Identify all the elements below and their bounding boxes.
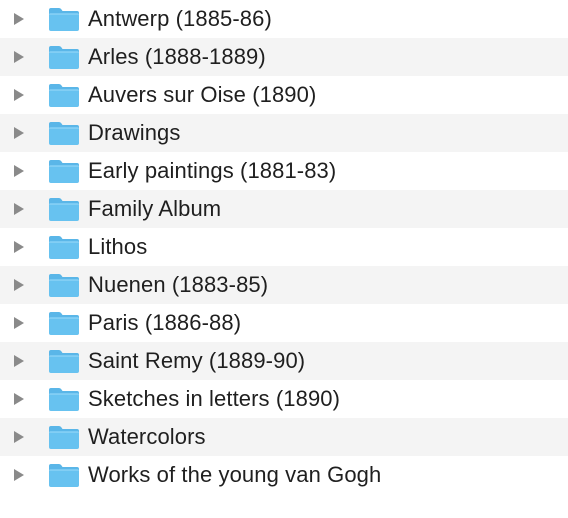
folder-row[interactable]: Auvers sur Oise (1890) <box>0 76 568 114</box>
folder-name: Paris (1886-88) <box>88 310 242 335</box>
folder-icon <box>48 386 80 412</box>
disclosure-triangle-icon[interactable] <box>12 164 26 178</box>
folder-row[interactable]: Drawings <box>0 114 568 152</box>
folder-name: Arles (1888-1889) <box>88 44 266 69</box>
folder-row[interactable]: Arles (1888-1889) <box>0 38 568 76</box>
folder-row[interactable]: Nuenen (1883-85) <box>0 266 568 304</box>
folder-row[interactable]: Family Album <box>0 190 568 228</box>
folder-icon <box>48 462 80 488</box>
folder-icon <box>48 348 80 374</box>
folder-name: Antwerp (1885-86) <box>88 6 272 31</box>
disclosure-triangle-icon[interactable] <box>12 354 26 368</box>
disclosure-triangle-icon[interactable] <box>12 12 26 26</box>
folder-row[interactable]: Watercolors <box>0 418 568 456</box>
folder-name: Drawings <box>88 120 181 145</box>
folder-row[interactable]: Sketches in letters (1890) <box>0 380 568 418</box>
disclosure-triangle-icon[interactable] <box>12 240 26 254</box>
disclosure-triangle-icon[interactable] <box>12 392 26 406</box>
folder-icon <box>48 272 80 298</box>
folder-list: Antwerp (1885-86) Arles (1888-1889) Auve… <box>0 0 568 494</box>
folder-row[interactable]: Early paintings (1881-83) <box>0 152 568 190</box>
disclosure-triangle-icon[interactable] <box>12 468 26 482</box>
disclosure-triangle-icon[interactable] <box>12 50 26 64</box>
disclosure-triangle-icon[interactable] <box>12 316 26 330</box>
folder-name: Auvers sur Oise (1890) <box>88 82 317 107</box>
folder-name: Sketches in letters (1890) <box>88 386 341 411</box>
disclosure-triangle-icon[interactable] <box>12 202 26 216</box>
folder-name: Lithos <box>88 234 148 259</box>
folder-icon <box>48 310 80 336</box>
folder-name: Family Album <box>88 196 222 221</box>
folder-row[interactable]: Lithos <box>0 228 568 266</box>
folder-row[interactable]: Works of the young van Gogh <box>0 456 568 494</box>
folder-icon <box>48 82 80 108</box>
folder-icon <box>48 6 80 32</box>
folder-icon <box>48 234 80 260</box>
folder-name: Watercolors <box>88 424 206 449</box>
disclosure-triangle-icon[interactable] <box>12 430 26 444</box>
folder-row[interactable]: Antwerp (1885-86) <box>0 0 568 38</box>
folder-icon <box>48 424 80 450</box>
folder-row[interactable]: Paris (1886-88) <box>0 304 568 342</box>
folder-icon <box>48 196 80 222</box>
folder-name: Nuenen (1883-85) <box>88 272 269 297</box>
disclosure-triangle-icon[interactable] <box>12 278 26 292</box>
disclosure-triangle-icon[interactable] <box>12 88 26 102</box>
folder-icon <box>48 120 80 146</box>
folder-name: Works of the young van Gogh <box>88 462 382 487</box>
folder-name: Saint Remy (1889-90) <box>88 348 306 373</box>
folder-name: Early paintings (1881-83) <box>88 158 337 183</box>
folder-row[interactable]: Saint Remy (1889-90) <box>0 342 568 380</box>
folder-icon <box>48 158 80 184</box>
folder-icon <box>48 44 80 70</box>
disclosure-triangle-icon[interactable] <box>12 126 26 140</box>
